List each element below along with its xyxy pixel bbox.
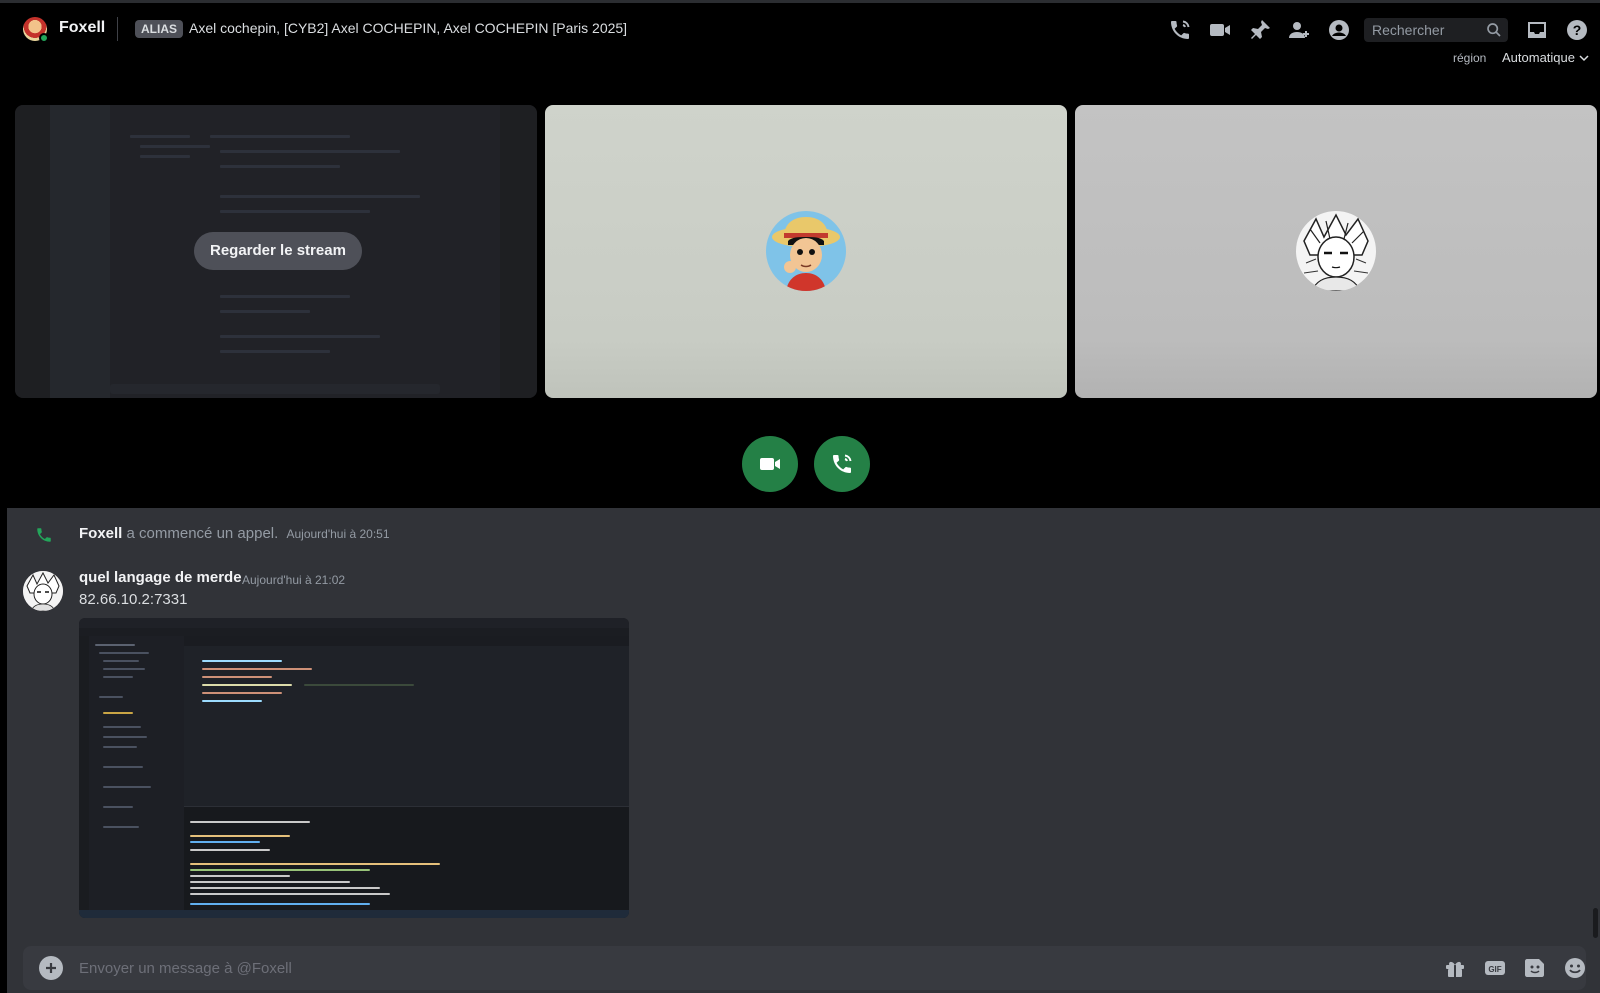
system-message-text: a commencé un appel. — [126, 525, 279, 542]
add-friend-icon[interactable] — [1287, 18, 1311, 42]
message-timestamp: Aujourd'hui à 21:02 — [242, 573, 346, 587]
header-divider — [117, 17, 118, 41]
video-button[interactable] — [742, 436, 798, 492]
upload-button[interactable] — [39, 956, 63, 980]
search-icon — [1487, 23, 1501, 37]
region-select[interactable]: Automatique — [1502, 50, 1589, 65]
search-bar[interactable] — [1364, 18, 1508, 42]
system-message: Foxell a commencé un appel. Aujourd'hui … — [79, 525, 390, 542]
alias-list: Axel cochepin, [CYB2] Axel COCHEPIN, Axe… — [189, 20, 628, 36]
gift-icon[interactable] — [1443, 956, 1467, 980]
phone-call-icon[interactable] — [1168, 18, 1192, 42]
call-started-icon — [37, 528, 51, 542]
message-image-attachment[interactable] — [79, 618, 629, 918]
user-profile-icon[interactable] — [1327, 18, 1351, 42]
help-icon[interactable]: ? — [1565, 18, 1589, 42]
inbox-icon[interactable] — [1525, 18, 1549, 42]
search-input[interactable] — [1364, 18, 1474, 42]
alias-badge: ALIAS — [135, 20, 183, 38]
sticker-icon[interactable] — [1523, 956, 1547, 980]
stream-tile[interactable]: Regarder le stream — [15, 105, 537, 398]
plus-icon — [46, 963, 56, 973]
emoji-icon[interactable] — [1563, 956, 1587, 980]
participant-tile-2[interactable] — [1075, 105, 1597, 398]
message-composer: GIF — [23, 946, 1586, 990]
message-text: 82.66.10.2:7331 — [79, 591, 188, 608]
dm-title[interactable]: Foxell — [59, 19, 105, 37]
phone-call-icon — [833, 454, 852, 473]
participant-avatar-manga — [1296, 211, 1376, 291]
online-status-icon — [39, 33, 49, 43]
gif-icon[interactable]: GIF — [1483, 956, 1507, 980]
chat-scrollbar[interactable] — [1593, 908, 1598, 938]
system-message-author[interactable]: Foxell — [79, 525, 122, 542]
svg-text:GIF: GIF — [1488, 965, 1501, 974]
hangup-button[interactable] — [814, 436, 870, 492]
svg-text:?: ? — [1573, 22, 1582, 38]
pin-icon[interactable] — [1248, 18, 1272, 42]
message-author[interactable]: quel langage de merde — [79, 569, 242, 586]
app-window: Foxell ALIAS Axel cochepin, [CYB2] Axel … — [0, 0, 1600, 993]
region-value: Automatique — [1502, 50, 1575, 65]
watch-stream-button[interactable]: Regarder le stream — [194, 232, 362, 270]
message-input[interactable] — [79, 946, 1279, 990]
region-label: région — [1453, 51, 1487, 65]
system-message-timestamp: Aujourd'hui à 20:51 — [286, 527, 390, 541]
participant-tile-1[interactable] — [545, 105, 1067, 398]
video-camera-icon — [760, 458, 780, 470]
video-icon[interactable] — [1208, 18, 1232, 42]
message-avatar[interactable] — [23, 571, 63, 611]
chevron-down-icon — [1579, 54, 1589, 61]
participant-avatar-luffy — [766, 211, 846, 291]
dm-header: Foxell ALIAS Axel cochepin, [CYB2] Axel … — [0, 0, 1600, 52]
